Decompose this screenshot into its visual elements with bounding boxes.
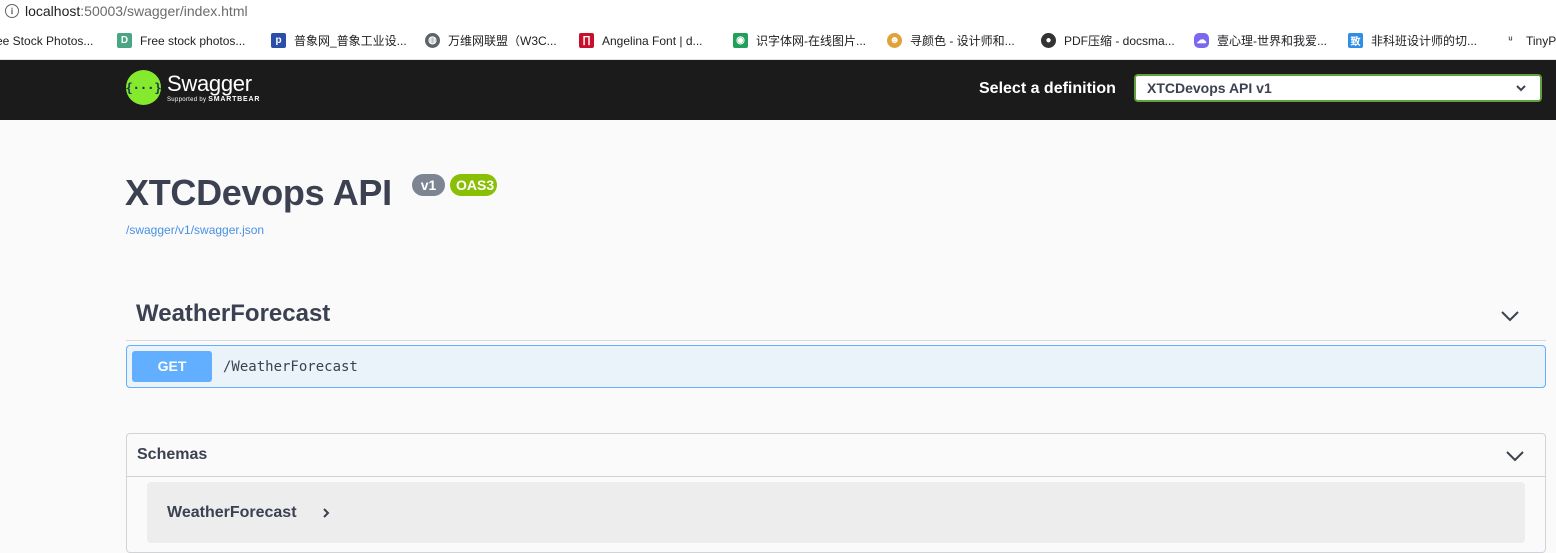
font-icon: ∏ (579, 33, 594, 48)
bookmark-label: Free stock photos... (140, 33, 246, 48)
schemas-header[interactable]: Schemas (127, 434, 1545, 477)
bookmark-item[interactable]: D Free stock photos... (117, 22, 245, 59)
url-host: localhost (25, 3, 81, 19)
select-definition-label: Select a definition (979, 80, 1116, 97)
url-text[interactable]: localhost:50003/swagger/index.html (25, 3, 248, 19)
logo-sub-prefix: Supported by (167, 96, 207, 103)
eye-icon: ◉ (733, 33, 748, 48)
bookmark-item[interactable]: 致 非科班设计师的切... (1348, 22, 1477, 59)
info-icon[interactable]: i (5, 4, 19, 18)
tag-name: WeatherForecast (136, 300, 331, 327)
d-icon: D (117, 33, 132, 48)
bookmark-item[interactable]: ☻ 寻颜色 - 设计师和... (887, 22, 1015, 59)
chevron-down-icon[interactable] (1500, 306, 1520, 326)
swagger-logo-icon: {···} (125, 70, 162, 105)
spec-url-link[interactable]: /swagger/v1/swagger.json (126, 223, 264, 237)
model-item[interactable]: WeatherForecast (147, 482, 1525, 543)
bookmark-item[interactable]: ☁ 壹心理-世界和我爱... (1194, 22, 1327, 59)
swagger-logo[interactable]: {···} Swagger Supported by SMARTBEAR (125, 70, 260, 105)
get-operation-block[interactable]: GET /WeatherForecast (126, 345, 1546, 388)
p-icon: p (271, 33, 286, 48)
globe-icon: ◍ (425, 33, 440, 48)
operation-path: /WeatherForecast (223, 359, 358, 375)
schemas-title: Schemas (137, 446, 208, 463)
address-bar[interactable]: i localhost:50003/swagger/index.html (0, 0, 1556, 22)
definition-select[interactable]: XTCDevops API v1 (1134, 74, 1542, 102)
zhi-icon: 致 (1348, 33, 1363, 48)
model-name: WeatherForecast (167, 504, 297, 521)
url-path: :50003/swagger/index.html (80, 3, 248, 19)
color-icon: ☻ (887, 33, 902, 48)
bookmark-item[interactable]: ∏ Angelina Font | d... (579, 22, 703, 59)
version-badge: v1 (412, 174, 445, 196)
logo-subtitle: Supported by SMARTBEAR (167, 96, 260, 104)
bookmark-label: Angelina Font | d... (602, 33, 703, 48)
bookmark-label: PDF压缩 - docsma... (1064, 34, 1175, 48)
api-title: XTCDevops API (125, 172, 392, 213)
tag-section-header[interactable]: WeatherForecast (126, 296, 1546, 341)
bookmark-label: 普象网_普象工业设... (294, 34, 407, 48)
circle-icon: ● (1041, 33, 1056, 48)
bookmarks-bar: ee Stock Photos... D Free stock photos..… (0, 22, 1556, 60)
cloud-icon: ☁ (1194, 33, 1209, 48)
bookmark-item[interactable]: p 普象网_普象工业设... (271, 22, 407, 59)
bookmark-item[interactable]: ᵘ TinyP (1503, 22, 1556, 59)
panda-icon: ᵘ (1503, 33, 1518, 48)
chevron-down-icon (1516, 85, 1526, 92)
method-badge: GET (132, 351, 212, 382)
bookmark-label: 非科班设计师的切... (1371, 34, 1478, 48)
definition-select-value: XTCDevops API v1 (1147, 80, 1272, 96)
bookmark-label: 万维网联盟（W3C... (448, 34, 557, 48)
bookmark-label: TinyP (1526, 33, 1556, 48)
logo-title: Swagger (167, 70, 252, 96)
bookmark-label: 寻颜色 - 设计师和... (910, 34, 1015, 48)
bookmark-item[interactable]: ◍ 万维网联盟（W3C... (425, 22, 557, 59)
bookmark-label: 识字体网-在线图片... (756, 34, 866, 48)
oas-badge: OAS3 (450, 174, 497, 196)
bookmark-item[interactable]: ◉ 识字体网-在线图片... (733, 22, 866, 59)
bookmark-item[interactable]: ● PDF压缩 - docsma... (1041, 22, 1175, 59)
bookmark-item[interactable]: ee Stock Photos... (0, 22, 93, 59)
schemas-section: Schemas WeatherForecast (126, 433, 1546, 553)
chevron-down-icon[interactable] (1505, 446, 1525, 466)
bookmark-label: ee Stock Photos... (0, 33, 94, 48)
logo-sub-brand: SMARTBEAR (208, 95, 261, 103)
bookmark-label: 壹心理-世界和我爱... (1217, 34, 1327, 48)
chevron-right-icon[interactable] (319, 506, 333, 520)
